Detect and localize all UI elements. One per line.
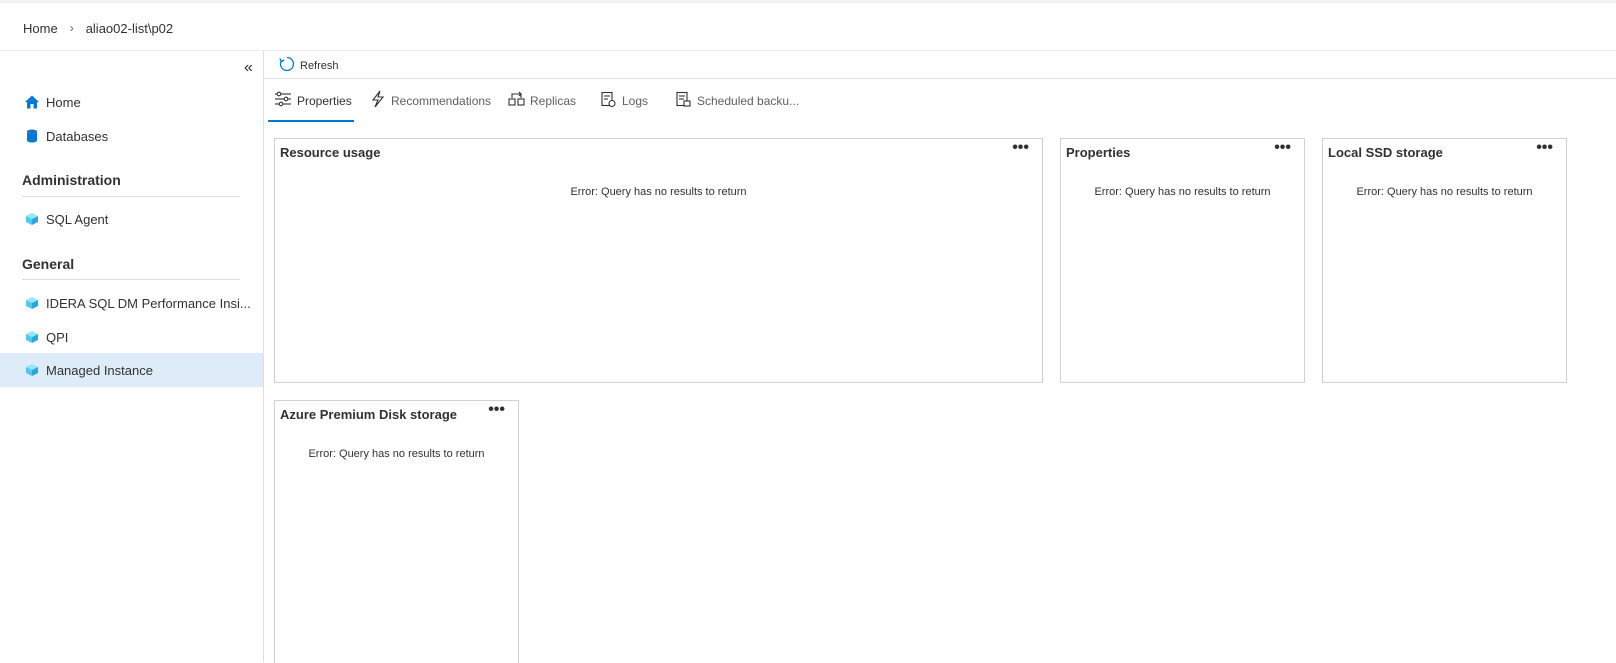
sidebar-item-label: IDERA SQL DM Performance Insi... [46,295,251,311]
card-resource-usage: Resource usage ••• Error: Query has no r… [274,138,1043,383]
sidebar-item-qpi[interactable]: QPI [0,320,263,354]
more-options-icon[interactable]: ••• [488,401,505,419]
tab-label: Properties [297,93,352,108]
collapse-sidebar-icon[interactable]: « [244,59,253,77]
section-divider [22,196,240,197]
error-message: Error: Query has no results to return [1356,186,1533,198]
tab-label: Replicas [530,93,577,108]
logs-icon [600,91,622,111]
sidebar-item-home[interactable]: Home [0,85,263,119]
sidebar-item-label: Managed Instance [46,362,153,378]
tab-label: Recommendations [391,93,492,108]
tab-label: Scheduled backu... [697,93,800,108]
refresh-icon [278,55,300,76]
scheduled-backup-icon [675,91,697,111]
card-title: Azure Premium Disk storage [280,407,458,422]
sidebar-item-label: QPI [46,329,69,345]
sidebar-item-label: Databases [46,128,109,144]
error-message: Error: Query has no results to return [1094,186,1271,198]
error-message: Error: Query has no results to return [308,448,485,460]
card-azure-premium-disk-storage: Azure Premium Disk storage ••• Error: Qu… [274,400,519,663]
tab-label: Logs [622,93,649,108]
card-local-ssd-storage: Local SSD storage ••• Error: Query has n… [1322,138,1567,383]
refresh-label: Refresh [300,59,339,72]
sidebar-item-label: Home [46,94,81,110]
cube-icon [24,329,40,345]
top-strip [0,0,1616,3]
active-tab-indicator [268,120,354,122]
tab-logs[interactable]: Logs [600,79,648,122]
sidebar-item-sql-agent[interactable]: SQL Agent [0,202,263,236]
sidebar-item-managed-instance[interactable]: Managed Instance [0,353,263,387]
breadcrumb-separator: › [69,21,74,35]
sliders-icon [274,91,297,110]
section-title-general: General [22,256,75,272]
more-options-icon[interactable]: ••• [1536,139,1553,157]
tab-scheduled-backups[interactable]: Scheduled backu... [675,79,799,122]
breadcrumb-home[interactable]: Home [23,21,58,36]
sidebar: « Home Databases Administration SQL Agen… [0,51,264,662]
breadcrumb-current: aliao02-list\p02 [85,20,174,36]
card-title: Properties [1066,145,1131,160]
breadcrumb: Home › aliao02-list\p02 [23,19,173,37]
database-icon [24,128,40,144]
tab-properties[interactable]: Properties [274,79,352,122]
tab-recommendations[interactable]: Recommendations [370,79,491,122]
tab-bar: Properties Recommendations Replicas Logs… [264,79,1616,123]
replicas-icon [508,91,530,110]
tab-replicas[interactable]: Replicas [508,79,576,122]
home-icon [24,94,40,110]
section-divider [22,279,240,280]
sidebar-item-label: SQL Agent [46,211,109,227]
section-title-administration: Administration [22,172,121,188]
more-options-icon[interactable]: ••• [1012,139,1029,157]
lightning-icon [370,90,391,111]
card-title: Resource usage [280,145,381,160]
sidebar-item-idera-sql-dm[interactable]: IDERA SQL DM Performance Insi... [0,286,263,320]
toolbar: Refresh [264,51,1616,79]
sidebar-item-databases[interactable]: Databases [0,119,263,153]
card-title: Local SSD storage [1328,145,1443,160]
more-options-icon[interactable]: ••• [1274,139,1291,157]
cube-icon [24,362,40,378]
cube-icon [24,295,40,311]
cube-icon [24,211,40,227]
error-message: Error: Query has no results to return [570,186,747,198]
refresh-button[interactable]: Refresh [278,55,339,76]
card-properties: Properties ••• Error: Query has no resul… [1060,138,1305,383]
